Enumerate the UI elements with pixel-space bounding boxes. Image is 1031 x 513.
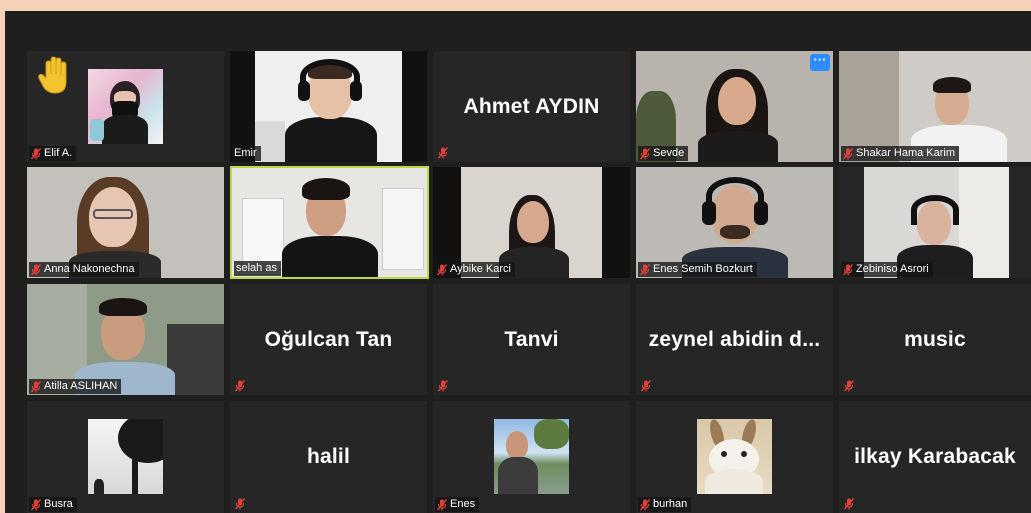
raised-hand-icon xyxy=(38,56,67,94)
participant-name: burhan xyxy=(653,498,688,510)
muted-microphone-icon xyxy=(843,263,853,275)
zoom-gallery-view: Elif A. Emir Ahmet AYDIN ··· Sevde Shaka… xyxy=(5,11,1031,513)
muted-microphone-icon xyxy=(640,263,650,275)
muted-microphone-icon xyxy=(641,380,651,392)
participant-name-label: Atilla ASLIHAN xyxy=(29,379,122,394)
participant-display-name: Ahmet AYDIN xyxy=(463,94,600,118)
muted-microphone-icon xyxy=(437,263,447,275)
muted-microphone-icon xyxy=(437,498,447,510)
participant-name-label: Busra xyxy=(29,497,77,512)
elif-avatar-image xyxy=(88,69,163,144)
participant-name-label: Emir xyxy=(232,146,261,161)
participant-tile-shakar[interactable]: Shakar Hama Karim xyxy=(839,51,1031,162)
participant-tile-sevde[interactable]: ··· Sevde xyxy=(636,51,833,162)
participant-display-name: halil xyxy=(306,445,350,468)
participant-name: Busra xyxy=(44,498,73,510)
burhan-avatar-image xyxy=(697,419,772,494)
more-options-button[interactable]: ··· xyxy=(810,52,830,71)
participant-display-name: zeynel abidin d... xyxy=(648,327,821,351)
muted-microphone-icon xyxy=(31,147,41,159)
muted-microphone-icon xyxy=(31,380,41,392)
participant-name: Shakar Hama Karim xyxy=(856,147,956,159)
participant-name: selah as xyxy=(236,262,277,274)
participant-name-label: Enes Semih Bozkurt xyxy=(638,262,757,277)
participant-name: Elif A. xyxy=(44,147,73,159)
participant-tile-ilkay[interactable]: ilkay Karabacak xyxy=(839,401,1031,513)
participant-tile-aybike[interactable]: Aybike Karci xyxy=(433,167,630,278)
participant-name-label: Anna Nakonechna xyxy=(29,262,139,277)
participant-name-label: Elif A. xyxy=(29,146,77,161)
participant-name: Emir xyxy=(234,147,257,159)
participant-name: Aybike Karci xyxy=(450,263,511,275)
muted-microphone-icon xyxy=(640,147,650,159)
participant-name: Enes Semih Bozkurt xyxy=(653,263,753,275)
muted-microphone-icon xyxy=(235,380,245,392)
participant-tile-enes[interactable]: Enes xyxy=(433,401,630,513)
participant-tile-atilla[interactable]: Atilla ASLIHAN xyxy=(27,284,224,395)
participant-name-label: selah as xyxy=(234,261,281,276)
participant-name: Enes xyxy=(450,498,476,510)
participant-tile-zebiniso[interactable]: Zebiniso Asrori xyxy=(839,167,1031,278)
participant-tile-ahmet[interactable]: Ahmet AYDIN xyxy=(433,51,630,162)
participant-name-label: burhan xyxy=(638,497,692,512)
participant-tile-zeynel[interactable]: zeynel abidin d... xyxy=(636,284,833,395)
participant-name-label: Enes xyxy=(435,497,480,512)
participant-tile-tanvi[interactable]: Tanvi xyxy=(433,284,630,395)
participant-display-name: Tanvi xyxy=(504,327,559,351)
participant-display-name: ilkay Karabacak xyxy=(854,445,1016,468)
participant-tile-emir[interactable]: Emir xyxy=(230,51,427,162)
participant-display-name: music xyxy=(904,327,966,351)
participant-name: Anna Nakonechna xyxy=(44,263,135,275)
participant-tile-elif[interactable]: Elif A. xyxy=(27,51,224,162)
participant-tile-burhan[interactable]: burhan xyxy=(636,401,833,513)
muted-microphone-icon xyxy=(844,498,854,510)
participant-tile-selah-active-speaker[interactable]: selah as xyxy=(230,166,429,279)
participant-tile-ogulcan[interactable]: Oğulcan Tan xyxy=(230,284,427,395)
participant-name-label: Shakar Hama Karim xyxy=(841,146,960,161)
muted-microphone-icon xyxy=(843,147,853,159)
participant-tile-music[interactable]: music xyxy=(839,284,1031,395)
participant-name-label: Zebiniso Asrori xyxy=(841,262,933,277)
more-options-icon: ··· xyxy=(813,52,827,67)
participant-name-label: Aybike Karci xyxy=(435,262,515,277)
participant-name: Zebiniso Asrori xyxy=(856,263,929,275)
participant-tile-busra[interactable]: Busra xyxy=(27,401,224,513)
enes-avatar-image xyxy=(494,419,569,494)
participant-tile-anna[interactable]: Anna Nakonechna xyxy=(27,167,224,278)
muted-microphone-icon xyxy=(844,380,854,392)
muted-microphone-icon xyxy=(438,147,448,159)
busra-avatar-image xyxy=(88,419,163,494)
muted-microphone-icon xyxy=(640,498,650,510)
participant-tile-halil[interactable]: halil xyxy=(230,401,427,513)
muted-microphone-icon xyxy=(31,263,41,275)
participant-name: Atilla ASLIHAN xyxy=(44,380,118,392)
muted-microphone-icon xyxy=(31,498,41,510)
participant-display-name: Oğulcan Tan xyxy=(264,327,393,351)
participant-name-label: Sevde xyxy=(638,146,689,161)
participant-name: Sevde xyxy=(653,147,685,159)
muted-microphone-icon xyxy=(235,498,245,510)
muted-microphone-icon xyxy=(438,380,448,392)
participant-tile-enes-semih[interactable]: Enes Semih Bozkurt xyxy=(636,167,833,278)
